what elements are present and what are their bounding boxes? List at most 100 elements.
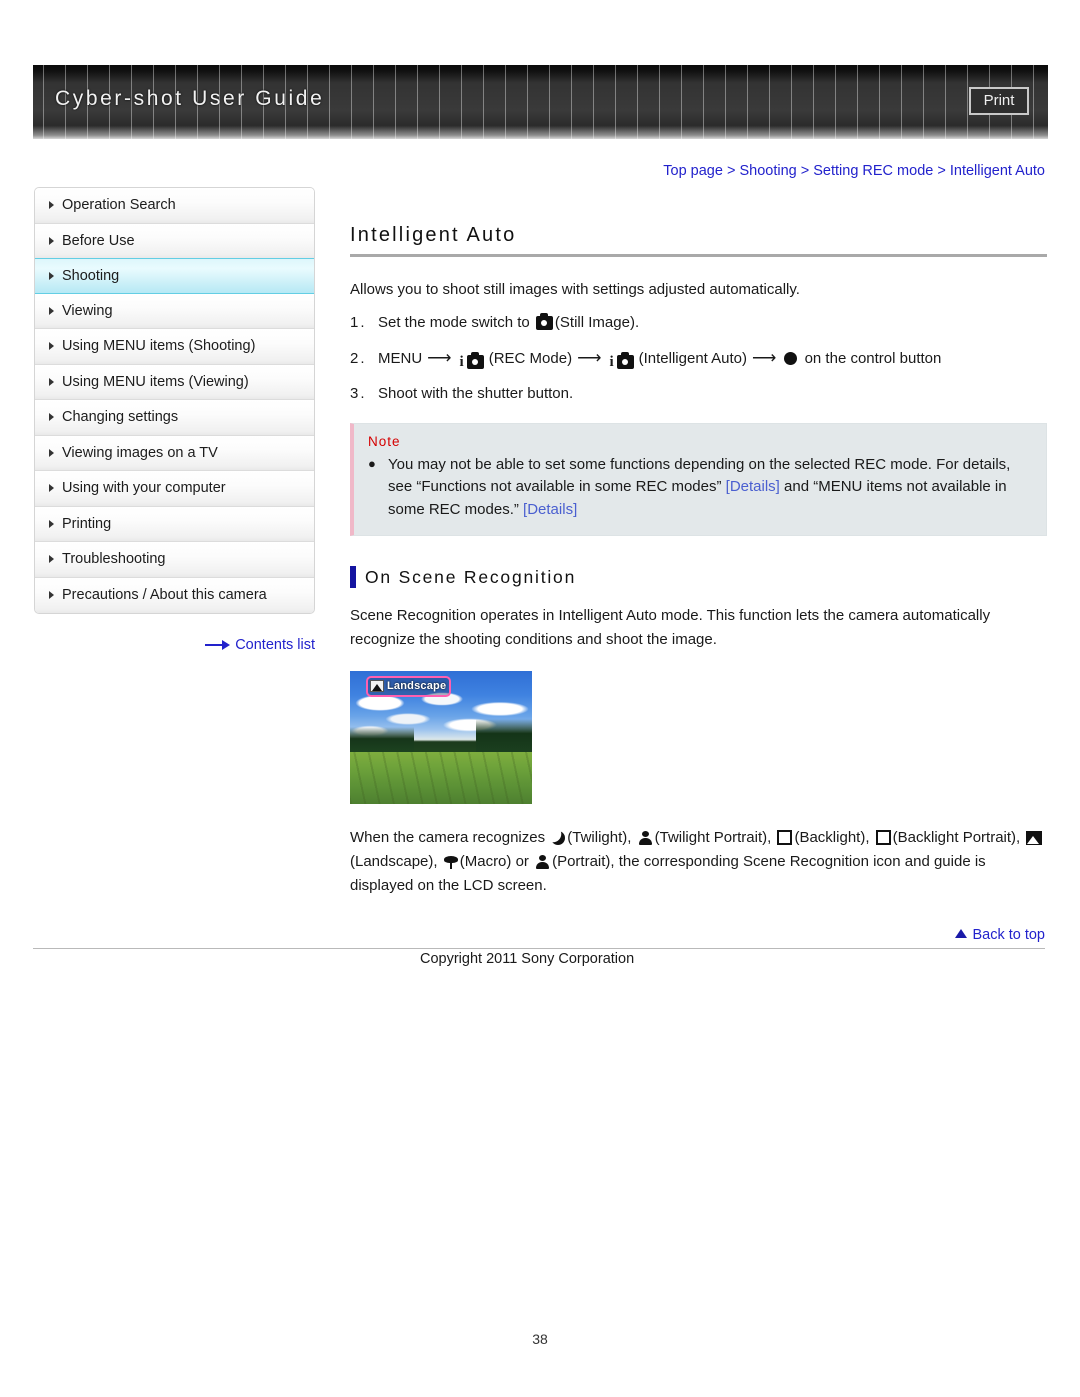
- macro-icon: [443, 855, 458, 870]
- caret-right-icon: [49, 306, 54, 315]
- backlight-icon: [777, 829, 793, 845]
- trees-right-layer: [476, 718, 532, 755]
- subsection-heading-text: On Scene Recognition: [365, 566, 577, 587]
- sidebar-item-label: Using MENU items (Viewing): [62, 373, 249, 390]
- intelligent-auto-label: (Intelligent Auto): [638, 349, 748, 367]
- arrow-right-icon: ⟶: [752, 347, 777, 367]
- scene-recognition-icons-paragraph: When the camera recognizes (Twilight), (…: [350, 826, 1047, 899]
- sidebar-item-viewing[interactable]: Viewing: [35, 293, 314, 329]
- sidebar-item-label: Using with your computer: [62, 480, 226, 497]
- sidebar-item-label: Viewing: [62, 302, 113, 319]
- sidebar-item-changing-settings[interactable]: Changing settings: [35, 400, 314, 436]
- sidebar-item-printing[interactable]: Printing: [35, 506, 314, 542]
- print-button[interactable]: Print: [969, 87, 1029, 115]
- details-link-2[interactable]: [Details]: [523, 501, 577, 518]
- step-1-prefix: Set the mode switch to: [378, 314, 534, 332]
- control-button-label: on the control button: [804, 349, 942, 367]
- step-text: Set the mode switch to (Still Image).: [378, 312, 1047, 335]
- contents-list-label: Contents list: [235, 637, 315, 653]
- breadcrumb: Top page > Shooting > Setting REC mode >…: [345, 163, 1045, 179]
- footer-divider: [33, 948, 1045, 949]
- step-3: 3. Shoot with the shutter button.: [350, 383, 1047, 406]
- step-2: 2. MENU ⟶ i (REC Mode) ⟶ i (Intelligent Auto) ⟶…: [350, 345, 1047, 374]
- rec-mode-label: (REC Mode): [488, 349, 573, 367]
- sidebar-item-label: Printing: [62, 515, 112, 532]
- sidebar-item-label: Troubleshooting: [62, 551, 166, 568]
- sidebar-item-before-use[interactable]: Before Use: [35, 223, 314, 259]
- breadcrumb-item-shooting[interactable]: Shooting: [739, 163, 796, 179]
- page-number: 38: [532, 1331, 548, 1347]
- breadcrumb-separator: >: [937, 163, 946, 179]
- main-content: Intelligent Auto Allows you to shoot sti…: [350, 224, 1047, 914]
- back-to-top-label: Back to top: [972, 927, 1045, 943]
- landscape-mountain-icon: [370, 680, 384, 693]
- twilight-icon: [551, 830, 566, 845]
- page-title: Intelligent Auto: [350, 224, 517, 246]
- sidebar-item-operation-search[interactable]: Operation Search: [35, 188, 314, 224]
- camera-icon: [466, 351, 484, 369]
- arrow-right-icon: ⟶: [427, 347, 452, 367]
- sidebar-item-label: Using MENU items (Shooting): [62, 338, 256, 355]
- sidebar-item-precautions-about-this-camera[interactable]: Precautions / About this camera: [35, 577, 314, 613]
- step-1-suffix: (Still Image).: [554, 314, 640, 332]
- field-layer: [350, 751, 532, 804]
- step-1: 1. Set the mode switch to (Still Image).: [350, 312, 1047, 335]
- caret-right-icon: [49, 413, 54, 422]
- app-header: Cyber-shot User Guide Print: [33, 65, 1048, 139]
- sidebar-item-shooting[interactable]: Shooting: [35, 258, 314, 294]
- note-box: Note ● You may not be able to set some f…: [350, 422, 1047, 537]
- caret-right-icon: [49, 448, 54, 457]
- scene-recognition-screenshot: Landscape: [350, 670, 532, 804]
- note-label: Note: [368, 433, 401, 449]
- closing-s7: (Macro) or: [459, 853, 534, 871]
- landscape-scene-badge: Landscape: [366, 675, 452, 697]
- sidebar-item-label: Precautions / About this camera: [62, 587, 267, 604]
- caret-right-icon: [49, 342, 54, 351]
- arrow-right-icon: [205, 640, 231, 651]
- triangle-up-icon: [955, 929, 968, 938]
- sidebar-item-viewing-images-on-a-tv[interactable]: Viewing images on a TV: [35, 435, 314, 471]
- app-title: Cyber-shot User Guide: [55, 87, 325, 110]
- sidebar-item-using-with-your-computer[interactable]: Using with your computer: [35, 471, 314, 507]
- landscape-icon: [1026, 830, 1043, 845]
- subsection-heading: On Scene Recognition: [350, 566, 1047, 589]
- still-image-camera-icon: [535, 313, 553, 331]
- caret-right-icon: [49, 377, 54, 386]
- breadcrumb-item-top-page[interactable]: Top page: [663, 163, 723, 179]
- back-to-top-link[interactable]: Back to top: [345, 927, 1045, 943]
- sidebar-item-label: Changing settings: [62, 409, 179, 426]
- breadcrumb-item-intelligent-auto[interactable]: Intelligent Auto: [950, 163, 1045, 179]
- note-item: ● You may not be able to set some functi…: [368, 454, 1032, 522]
- step-text: Shoot with the shutter button.: [378, 385, 574, 403]
- caret-right-icon: [49, 236, 54, 245]
- breadcrumb-separator: >: [800, 163, 810, 179]
- closing-s4: (Backlight),: [794, 828, 874, 846]
- step-number: 2.: [350, 349, 367, 367]
- sidebar-item-label: Viewing images on a TV: [62, 444, 218, 461]
- sidebar-item-using-menu-items-viewing[interactable]: Using MENU items (Viewing): [35, 364, 314, 400]
- portrait-icon: [535, 855, 550, 870]
- note-text: You may not be able to set some function…: [388, 454, 1032, 522]
- sidebar-item-troubleshooting[interactable]: Troubleshooting: [35, 542, 314, 578]
- breadcrumb-item-setting-rec-mode[interactable]: Setting REC mode: [813, 163, 933, 179]
- step-number: 1.: [350, 314, 367, 332]
- step-text: MENU ⟶ i (REC Mode) ⟶ i (Intelligent Auto) ⟶ on…: [378, 345, 1047, 374]
- step-number: 3.: [350, 385, 367, 403]
- closing-s1: When the camera recognizes: [350, 828, 550, 846]
- landscape-badge-label: Landscape: [387, 680, 447, 693]
- caret-right-icon: [49, 591, 54, 600]
- details-link-1[interactable]: [Details]: [726, 478, 780, 495]
- closing-s2: (Twilight),: [567, 828, 636, 846]
- bullet-icon: ●: [368, 455, 376, 471]
- i-rec-mode-icon: i: [460, 351, 486, 374]
- center-button-icon: [784, 351, 798, 365]
- caret-right-icon: [49, 201, 54, 210]
- sidebar-nav: Operation Search Before Use Shooting Vie…: [34, 187, 315, 614]
- contents-list-link[interactable]: Contents list: [34, 637, 315, 653]
- sidebar-item-label: Shooting: [62, 267, 120, 284]
- sidebar-item-using-menu-items-shooting[interactable]: Using MENU items (Shooting): [35, 329, 314, 365]
- camera-icon: [616, 351, 634, 369]
- twilight-portrait-icon: [638, 830, 653, 845]
- sidebar-item-label: Operation Search: [62, 197, 176, 214]
- caret-right-icon: [49, 555, 54, 564]
